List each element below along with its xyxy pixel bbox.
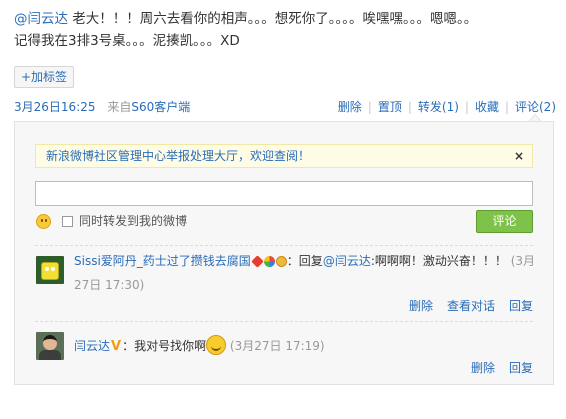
post-time-link[interactable]: 3月26日16:25: [14, 100, 96, 114]
comment-text: :啊啊啊！激动兴奋！！！: [370, 254, 507, 268]
post-line-1-text: 老大！！！周六去看你的相声。。。想死你了。。。。唉嘿嘿。。。嗯嗯。。: [68, 11, 478, 27]
comment-mention-link[interactable]: @闫云达: [323, 254, 371, 268]
avatar-head: [43, 335, 57, 350]
source-link[interactable]: S60客户端: [131, 100, 190, 114]
comment-panel: 新浪微博社区管理中心举报处理大厅，欢迎查阅！ × 同时转发到我的微博 评论 Si…: [14, 121, 554, 385]
close-icon[interactable]: ×: [514, 145, 524, 167]
avatar-body: [39, 350, 61, 360]
post-actions: 删除 | 置顶 | 转发(1) | 收藏 | 评论(2): [338, 98, 556, 116]
comment-1-body: Sissi爱阿丹_药士过了攒钱去腐国 ：回复@闫云达:啊啊啊！激动兴奋！！！ (3…: [74, 250, 544, 296]
favorite-post-button[interactable]: 收藏: [475, 100, 499, 114]
submit-comment-button[interactable]: 评论: [476, 210, 533, 233]
action-separator: |: [464, 100, 469, 114]
post-mention-link[interactable]: @闫云达: [14, 11, 68, 27]
divider: [35, 321, 533, 322]
comment-time: (3月27日 17:19): [229, 339, 325, 353]
comment-author-link[interactable]: Sissi爱阿丹_药士过了攒钱去腐国: [74, 254, 251, 268]
avatar[interactable]: [36, 256, 64, 284]
medal-badge-icon[interactable]: [275, 256, 287, 267]
star-badge-icon[interactable]: [251, 255, 264, 268]
avatar[interactable]: [36, 332, 64, 360]
reply-comment-button[interactable]: 回复: [509, 361, 533, 375]
reply-prefix: ：回复: [286, 254, 323, 268]
post-text: @闫云达 老大！！！周六去看你的相声。。。想死你了。。。。唉嘿嘿。。。嗯嗯。。 …: [14, 8, 554, 52]
divider: [35, 245, 533, 246]
source-prefix: 来自: [107, 100, 132, 114]
post-meta-left: 3月26日16:25 来自S60客户端: [14, 98, 190, 116]
action-separator: |: [367, 100, 372, 114]
flower-badge-icon[interactable]: [263, 256, 275, 267]
avatar-image: [41, 262, 59, 280]
pin-post-button[interactable]: 置顶: [378, 100, 402, 114]
notice-link[interactable]: 新浪微博社区管理中心举报处理大厅，欢迎查阅！: [46, 145, 310, 167]
delete-comment-button[interactable]: 删除: [471, 361, 495, 375]
forward-checkbox[interactable]: [62, 216, 73, 227]
comment-post-button[interactable]: 评论(2): [515, 100, 556, 114]
view-conversation-button[interactable]: 查看对话: [447, 299, 495, 313]
add-tag-button[interactable]: +加标签: [14, 66, 75, 88]
delete-comment-button[interactable]: 删除: [409, 299, 433, 313]
badges: [251, 252, 287, 274]
comment-input[interactable]: [35, 181, 533, 206]
verified-icon: V: [111, 339, 122, 354]
emoji-icon[interactable]: [36, 214, 51, 229]
post-meta-row: 3月26日16:25 来自S60客户端 删除 | 置顶 | 转发(1) | 收藏 | 评论(2): [14, 98, 556, 116]
forward-checkbox-label: 同时转发到我的微博: [79, 214, 188, 228]
action-separator: |: [407, 100, 412, 114]
delete-post-button[interactable]: 删除: [338, 100, 362, 114]
comment-author-link[interactable]: 闫云达: [74, 339, 110, 353]
post-line-2: 记得我在3排3号桌。。。泥揍凯。。。XD: [14, 33, 240, 49]
post-line-1: @闫云达 老大！！！周六去看你的相声。。。想死你了。。。。唉嘿嘿。。。嗯嗯。。: [14, 8, 554, 30]
comment-2-actions: 删除 回复: [457, 360, 533, 376]
notice-bar: 新浪微博社区管理中心举报处理大厅，欢迎查阅！ ×: [35, 144, 533, 168]
forward-post-button[interactable]: 转发(1): [418, 100, 459, 114]
comment-1-actions: 删除 查看对话 回复: [395, 298, 533, 314]
comment-2-body: 闫云达V：我对号找你啊 (3月27日 17:19): [74, 335, 544, 358]
reply-comment-button[interactable]: 回复: [509, 299, 533, 313]
smiley-emoji-icon: [206, 335, 227, 355]
action-separator: |: [504, 100, 509, 114]
comment-text: ：我对号找你啊: [122, 339, 207, 353]
